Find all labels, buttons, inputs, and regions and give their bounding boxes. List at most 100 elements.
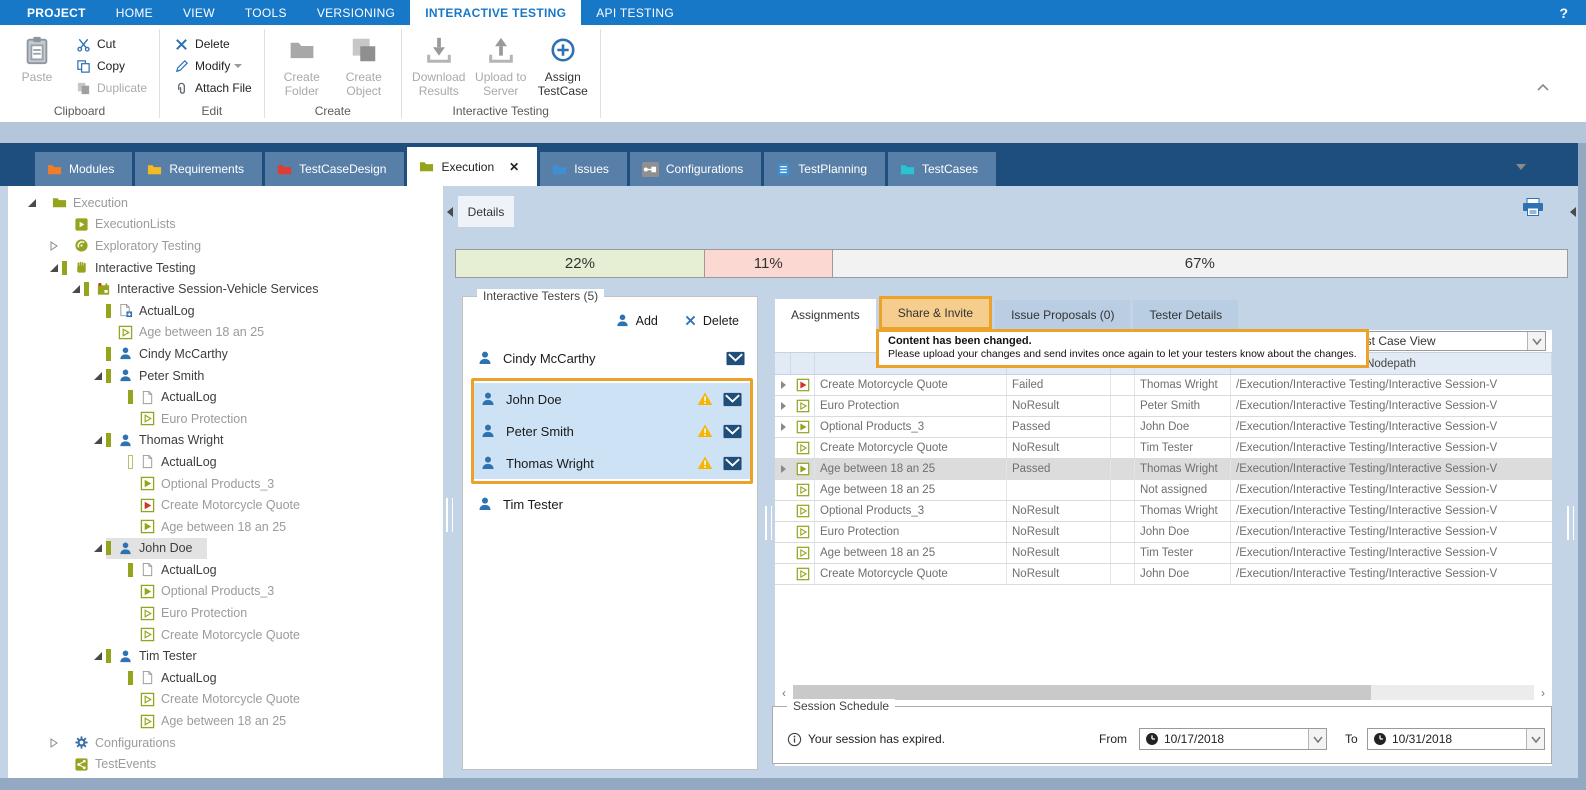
tree-item-optional-products-3[interactable]: Optional Products_3 [8, 581, 443, 603]
row-expander-icon[interactable] [781, 381, 786, 389]
tree-item-exploratory-testing[interactable]: Exploratory Testing [8, 235, 443, 257]
ribbon-button-attach-file[interactable]: Attach File [166, 77, 258, 99]
expander-icon[interactable] [46, 241, 62, 251]
ribbon-button-delete[interactable]: Delete [166, 33, 258, 55]
envelope-icon[interactable] [723, 392, 742, 407]
tree-item-actuallog[interactable]: ActualLog [8, 667, 443, 689]
tree-item-create-motorcycle-quote[interactable]: Create Motorcycle Quote [8, 494, 443, 516]
collapse-left-icon[interactable] [447, 207, 453, 217]
ribbon-button-assign-testcase[interactable]: AssignTestCase [532, 29, 594, 98]
ribbon-collapse-icon[interactable] [1536, 83, 1550, 92]
tree-item-create-motorcycle-quote[interactable]: Create Motorcycle Quote [8, 689, 443, 711]
to-date-picker[interactable]: 10/31/2018 [1367, 728, 1545, 750]
menu-project[interactable]: PROJECT [12, 0, 101, 25]
tree-item-actuallog[interactable]: ActualLog [8, 386, 443, 408]
expander-icon[interactable] [46, 263, 62, 273]
splitter-handle[interactable] [446, 498, 453, 532]
collapse-right-icon[interactable] [1570, 207, 1576, 217]
tester-row-peter-smith[interactable]: Peter Smith [474, 415, 750, 447]
tab-testcasedesign[interactable]: TestCaseDesign [265, 152, 404, 186]
expander-icon[interactable] [90, 543, 106, 553]
tab-execution[interactable]: Execution✕ [407, 147, 537, 186]
tab-testcases[interactable]: TestCases [888, 152, 996, 186]
tree-item-actuallog[interactable]: ActualLog [8, 300, 443, 322]
expander-icon[interactable] [90, 371, 106, 381]
table-row[interactable]: Create Motorcycle Quote Failed Thomas Wr… [775, 375, 1552, 396]
envelope-icon[interactable] [723, 424, 742, 439]
tree-item-cindy-mccarthy[interactable]: Cindy McCarthy [8, 343, 443, 365]
row-expander-icon[interactable] [781, 402, 786, 410]
expander-icon[interactable] [68, 284, 84, 294]
ribbon-button-copy[interactable]: Copy [68, 55, 153, 77]
tree-item-execution[interactable]: Execution [8, 192, 443, 214]
tab-modules[interactable]: Modules [35, 152, 132, 186]
tree-item-tim-tester[interactable]: Tim Tester [8, 645, 443, 667]
tree-item-testevents[interactable]: TestEvents [8, 753, 443, 775]
tab-testplanning[interactable]: TestPlanning [764, 152, 885, 186]
add-tester-button[interactable]: Add [615, 313, 658, 328]
tab-requirements[interactable]: Requirements [135, 152, 262, 186]
ribbon-button-create-folder[interactable]: CreateFolder [271, 29, 333, 98]
table-row[interactable]: Optional Products_3 Passed John Doe /Exe… [775, 417, 1552, 438]
tree-item-age-between-18-an-25[interactable]: Age between 18 an 25 [8, 516, 443, 538]
table-row[interactable]: Age between 18 an 25 NoResult Tim Tester… [775, 543, 1552, 564]
table-row[interactable]: Age between 18 an 25 Not assigned /Execu… [775, 480, 1552, 501]
tab-share-invite[interactable]: Share & Invite [879, 296, 992, 330]
row-expander-icon[interactable] [781, 423, 786, 431]
help-icon[interactable]: ? [1559, 0, 1568, 25]
table-row[interactable]: Optional Products_3 NoResult Thomas Wrig… [775, 501, 1552, 522]
menu-interactive-testing[interactable]: INTERACTIVE TESTING [410, 0, 581, 25]
menu-view[interactable]: VIEW [168, 0, 230, 25]
tester-row-john-doe[interactable]: John Doe [474, 383, 750, 415]
tester-row-tim-tester[interactable]: Tim Tester [471, 488, 753, 520]
tab-configurations[interactable]: Configurations [630, 152, 761, 186]
envelope-icon[interactable] [726, 351, 745, 366]
view-selector-dropdown[interactable]: Test Case View [1346, 331, 1546, 351]
table-row[interactable]: Create Motorcycle Quote NoResult Tim Tes… [775, 438, 1552, 459]
scrollbar-thumb[interactable] [793, 685, 1371, 700]
delete-tester-button[interactable]: Delete [684, 313, 739, 328]
expander-icon[interactable] [90, 435, 106, 445]
menu-home[interactable]: HOME [101, 0, 168, 25]
expander-icon[interactable] [24, 198, 40, 208]
tab-issue-proposals-0[interactable]: Issue Proposals (0) [995, 300, 1130, 330]
ribbon-button-modify[interactable]: Modify [166, 55, 258, 77]
table-row[interactable]: Euro Protection NoResult John Doe /Execu… [775, 522, 1552, 543]
ribbon-button-download-results[interactable]: DownloadResults [408, 29, 470, 98]
splitter-handle[interactable] [765, 506, 772, 540]
tree-item-create-motorcycle-quote[interactable]: Create Motorcycle Quote [8, 624, 443, 646]
tree-item-age-between-18-an-25[interactable]: Age between 18 an 25 [8, 710, 443, 732]
menu-api-testing[interactable]: API TESTING [581, 0, 689, 25]
close-tab-icon[interactable]: ✕ [509, 160, 519, 174]
ribbon-button-create-object[interactable]: CreateObject [333, 29, 395, 98]
tab-details[interactable]: Details [458, 196, 514, 227]
tree-item-john-doe[interactable]: John Doe [8, 538, 443, 560]
from-date-picker[interactable]: 10/17/2018 [1139, 728, 1327, 750]
expander-icon[interactable] [46, 738, 62, 748]
tree-item-peter-smith[interactable]: Peter Smith [8, 365, 443, 387]
scroll-right-icon[interactable]: › [1534, 684, 1552, 701]
tree-item-euro-protection[interactable]: Euro Protection [8, 602, 443, 624]
splitter-handle[interactable] [1567, 506, 1574, 540]
menu-versioning[interactable]: VERSIONING [302, 0, 410, 25]
tree-item-optional-products-3[interactable]: Optional Products_3 [8, 473, 443, 495]
tree-item-configurations[interactable]: Configurations [8, 732, 443, 754]
tree-item-age-between-18-an-25[interactable]: Age between 18 an 25 [8, 322, 443, 344]
table-row[interactable]: Euro Protection NoResult Peter Smith /Ex… [775, 396, 1552, 417]
ribbon-button-duplicate[interactable]: Duplicate [68, 77, 153, 99]
ribbon-button-upload-to-server[interactable]: Upload toServer [470, 29, 532, 98]
tester-row-thomas-wright[interactable]: Thomas Wright [474, 447, 750, 479]
tree-item-actuallog[interactable]: ActualLog [8, 451, 443, 473]
ribbon-button-paste[interactable]: Paste [6, 29, 68, 84]
row-expander-icon[interactable] [781, 465, 786, 473]
tree-item-interactive-testing[interactable]: Interactive Testing [8, 257, 443, 279]
tab-issues[interactable]: Issues [540, 152, 627, 186]
expander-icon[interactable] [90, 651, 106, 661]
ribbon-button-cut[interactable]: Cut [68, 33, 153, 55]
tree-item-actuallog[interactable]: ActualLog [8, 559, 443, 581]
tester-row-cindy-mccarthy[interactable]: Cindy McCarthy [471, 342, 753, 374]
menu-tools[interactable]: TOOLS [230, 0, 302, 25]
tree-item-euro-protection[interactable]: Euro Protection [8, 408, 443, 430]
envelope-icon[interactable] [723, 456, 742, 471]
table-row[interactable]: Age between 18 an 25 Passed Thomas Wrigh… [775, 459, 1552, 480]
